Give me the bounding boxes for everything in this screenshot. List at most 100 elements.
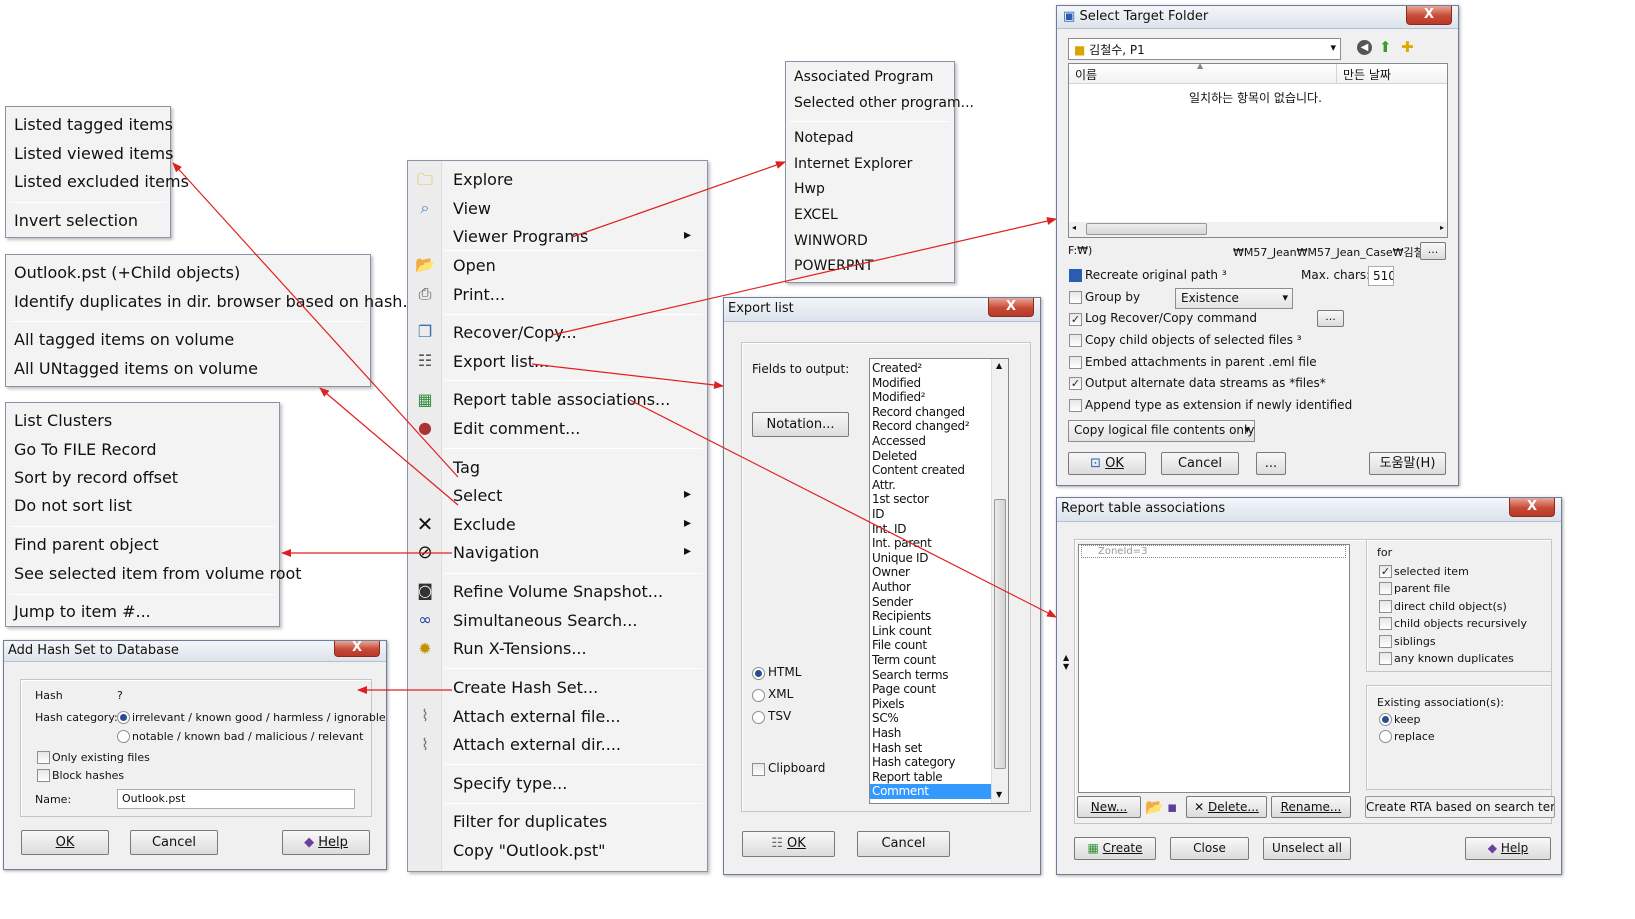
max-chars-field[interactable]: 510 [1368, 266, 1394, 286]
rta-listbox[interactable] [1078, 544, 1350, 793]
field-list-item[interactable]: Content created [872, 463, 965, 478]
close-button[interactable]: X [334, 641, 380, 657]
ok-button[interactable]: ☷ OK [742, 831, 835, 857]
path-browse-button[interactable]: ... [1420, 242, 1446, 260]
scroll-right-icon[interactable]: ▸ [1440, 223, 1444, 232]
menu-item-create-hash-set[interactable]: Create Hash Set... [453, 678, 598, 697]
field-list-item[interactable]: Author [872, 580, 911, 595]
new-folder-icon[interactable]: ✚ [1401, 38, 1414, 56]
field-list-item[interactable]: Search terms [872, 668, 949, 683]
menu-item-all-tagged[interactable]: All tagged items on volume [14, 330, 234, 349]
log-command-checkbox[interactable]: ✓ [1069, 313, 1082, 326]
ok-button[interactable]: OK [21, 830, 109, 855]
menu-item-identify-duplicates[interactable]: Identify duplicates in dir. browser base… [14, 292, 418, 311]
copy-child-checkbox[interactable] [1069, 334, 1082, 347]
field-list-item[interactable]: Hash [872, 726, 901, 741]
format-html-radio[interactable] [752, 667, 765, 680]
field-list-item[interactable]: Unique ID [872, 551, 929, 566]
help-button[interactable]: ◆ Help [1465, 837, 1551, 860]
menu-item-print[interactable]: Print... [453, 285, 505, 304]
group-by-checkbox[interactable] [1069, 291, 1082, 304]
existing-replace-radio[interactable] [1379, 730, 1392, 743]
horizontal-scrollbar[interactable]: ◂ ▸ [1069, 222, 1447, 237]
field-list-item[interactable]: Int. ID [872, 522, 906, 537]
column-name[interactable]: 이름 [1075, 66, 1097, 83]
field-list-item[interactable]: Created² [872, 361, 922, 376]
group-by-select[interactable]: Existence [1175, 288, 1293, 309]
scroll-left-icon[interactable]: ◂ [1072, 223, 1076, 232]
up-folder-icon[interactable]: ⬆ [1379, 38, 1392, 56]
menu-item-open[interactable]: Open [453, 256, 496, 275]
field-list-item[interactable]: Page count [872, 682, 936, 697]
field-list-item[interactable]: ID [872, 507, 884, 522]
format-tsv-radio[interactable] [752, 711, 765, 724]
category-notable-radio[interactable] [117, 730, 130, 743]
field-list-item[interactable]: Hash category [872, 755, 955, 770]
rta-list-item[interactable]: ZoneId=3 [1081, 545, 1346, 558]
fields-listbox[interactable]: Created² Modified Modified² Record changed R… [869, 358, 1009, 804]
notation-button[interactable]: Notation... [752, 412, 849, 437]
menu-item-attach-dir[interactable]: Attach external dir.... [453, 735, 621, 754]
folder-combo[interactable]: ■ 김철수, P1 [1068, 38, 1341, 60]
new-button[interactable]: New... [1077, 796, 1141, 818]
close-button[interactable]: X [1509, 498, 1555, 517]
help-button[interactable]: 도움말(H) [1369, 452, 1446, 475]
field-list-item[interactable]: Report table [872, 770, 943, 785]
field-list-item[interactable]: Comment [870, 784, 991, 799]
field-list-item[interactable]: Modified² [872, 390, 926, 405]
menu-item-viewer-programs[interactable]: Viewer Programs [453, 227, 588, 246]
menu-item-refine-snapshot[interactable]: Refine Volume Snapshot... [453, 582, 663, 601]
scroll-thumb[interactable] [994, 499, 1006, 769]
delete-button[interactable]: ✕ Delete... [1186, 796, 1267, 818]
menu-item-listed-excluded[interactable]: Listed excluded items [14, 172, 189, 191]
only-existing-checkbox[interactable] [37, 751, 50, 764]
scroll-thumb[interactable] [1086, 223, 1207, 235]
menu-item-tag[interactable]: Tag [453, 458, 480, 477]
menu-item-specify-type[interactable]: Specify type... [453, 774, 567, 793]
unselect-all-button[interactable]: Unselect all [1263, 837, 1351, 860]
field-list-item[interactable]: Pixels [872, 697, 905, 712]
rename-button[interactable]: Rename... [1271, 796, 1351, 818]
column-date[interactable]: 만든 날짜 [1343, 66, 1391, 83]
embed-attachments-checkbox[interactable] [1069, 356, 1082, 369]
field-list-item[interactable]: Sender [872, 595, 913, 610]
block-hashes-checkbox[interactable] [37, 769, 50, 782]
menu-item-jump-to-item[interactable]: Jump to item #... [14, 602, 151, 621]
more-button[interactable]: ... [1256, 452, 1286, 475]
for-checkbox[interactable]: ✓ [1379, 565, 1392, 578]
field-list-item[interactable]: Term count [872, 653, 936, 668]
menu-item-hwp[interactable]: Hwp [794, 181, 825, 197]
back-icon[interactable]: ◀ [1357, 40, 1372, 55]
for-checkbox[interactable] [1379, 582, 1392, 596]
name-field[interactable]: Outlook.pst [117, 789, 355, 809]
menu-item-notepad[interactable]: Notepad [794, 130, 854, 146]
menu-item-export-list[interactable]: Export list... [453, 352, 549, 371]
recreate-path-checkbox[interactable] [1069, 269, 1082, 282]
menu-item-recover-copy[interactable]: Recover/Copy... [453, 323, 577, 342]
menu-item-listed-tagged[interactable]: Listed tagged items [14, 115, 173, 134]
close-button[interactable]: X [988, 298, 1034, 317]
field-list-item[interactable]: Hash set [872, 741, 922, 756]
for-checkbox[interactable] [1379, 652, 1392, 665]
menu-item-simultaneous-search[interactable]: Simultaneous Search... [453, 611, 637, 630]
help-button[interactable]: ◆ Help [282, 830, 370, 855]
menu-item-list-clusters[interactable]: List Clusters [14, 411, 112, 430]
menu-item-find-parent[interactable]: Find parent object [14, 535, 159, 554]
cancel-button[interactable]: Cancel [130, 830, 218, 855]
menu-item-excel[interactable]: EXCEL [794, 207, 838, 223]
menu-item-listed-viewed[interactable]: Listed viewed items [14, 144, 173, 163]
menu-item-sort-record-offset[interactable]: Sort by record offset [14, 468, 178, 487]
field-list-item[interactable]: Int. parent [872, 536, 932, 551]
field-list-item[interactable]: SC% [872, 711, 899, 726]
ok-button[interactable]: ⊡ OK [1068, 452, 1146, 475]
field-list-item[interactable]: Recipients [872, 609, 931, 624]
for-checkbox[interactable] [1379, 599, 1392, 613]
field-list-item[interactable]: 1st sector [872, 492, 929, 507]
menu-item-other-program[interactable]: Selected other program... [794, 95, 974, 111]
menu-item-go-to-file-record[interactable]: Go To FILE Record [14, 440, 157, 459]
cancel-button[interactable]: Cancel [1161, 452, 1239, 475]
menu-item-internet-explorer[interactable]: Internet Explorer [794, 156, 912, 172]
menu-item-select[interactable]: Select [453, 486, 502, 505]
field-list-item[interactable]: Modified [872, 376, 921, 391]
for-checkbox[interactable] [1379, 617, 1392, 631]
